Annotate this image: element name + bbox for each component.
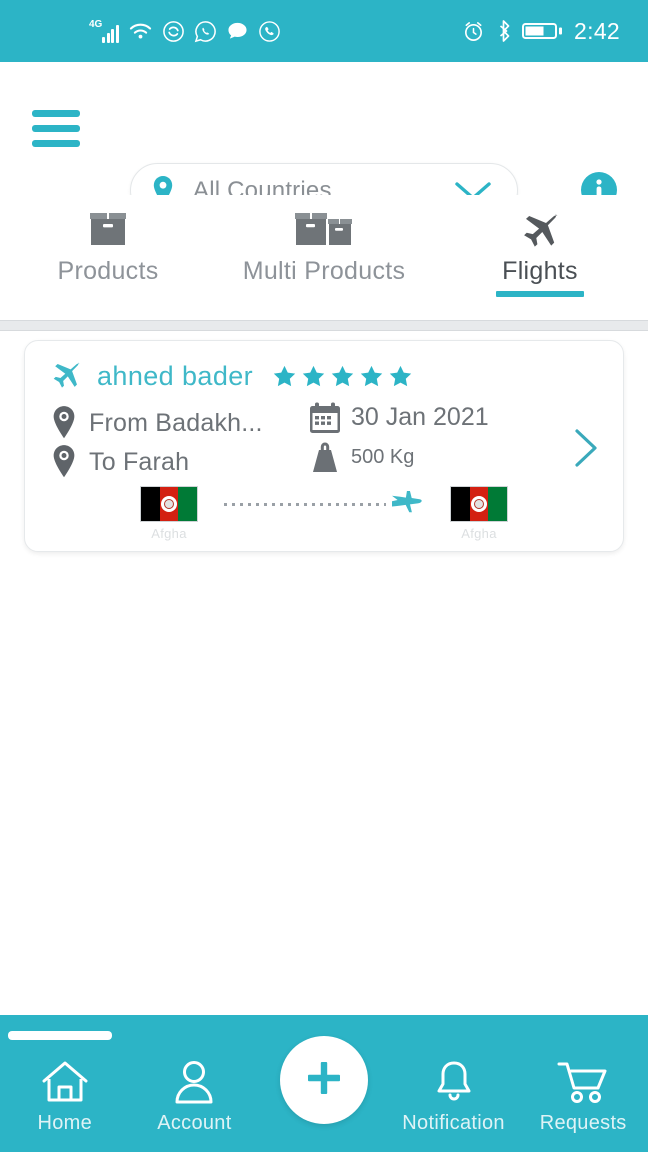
tab-flights[interactable]: Flights	[432, 195, 648, 297]
tab-label-multi-products: Multi Products	[242, 257, 406, 285]
flight-weight: 500 Kg	[351, 446, 415, 468]
nav-label-home: Home	[37, 1112, 93, 1134]
location-pin-icon	[47, 405, 81, 441]
nav-item-requests[interactable]: Requests	[518, 1045, 648, 1135]
flight-origin-row: From Badakh...	[47, 405, 263, 441]
nav-item-home[interactable]: Home	[0, 1045, 130, 1135]
route-destination: Afgha	[424, 486, 534, 541]
flight-date: 30 Jan 2021	[351, 403, 489, 431]
shopping-cart-icon	[557, 1059, 609, 1105]
star-icon	[273, 365, 296, 387]
route-origin-label: Afgha	[151, 526, 187, 541]
star-icon	[360, 365, 383, 387]
tab-products[interactable]: Products	[0, 195, 216, 286]
nav-item-notification[interactable]: Notification	[389, 1045, 519, 1135]
nav-label-notification: Notification	[402, 1112, 505, 1134]
section-divider	[0, 320, 648, 331]
status-bar: 4G 2:42	[0, 0, 648, 62]
clock-label: 2:42	[574, 17, 620, 44]
tab-label-flights: Flights	[502, 257, 578, 285]
tab-label-products: Products	[57, 257, 159, 285]
location-pin-icon	[47, 444, 81, 480]
chat-bubble-icon	[227, 22, 247, 39]
alarm-icon	[465, 21, 483, 41]
phone-circle-icon	[258, 20, 280, 42]
afghanistan-flag	[450, 486, 508, 522]
rating-stars	[271, 363, 414, 390]
airplane-icon	[390, 491, 424, 517]
chevron-right-icon[interactable]	[571, 427, 601, 469]
flight-origin-label: From Badakh...	[89, 408, 263, 437]
battery-icon	[522, 23, 563, 39]
add-button[interactable]	[280, 1036, 368, 1124]
star-icon	[331, 365, 354, 387]
app-screen: 4G 2:42 All Countries Products Multi Pro…	[0, 0, 648, 1152]
network-type-label: 4G	[89, 19, 103, 30]
box-icon	[84, 207, 132, 251]
plus-icon	[301, 1055, 347, 1106]
status-bar-right-icons: 2:42	[462, 18, 620, 45]
star-icon	[389, 365, 412, 387]
nav-label-requests: Requests	[539, 1112, 627, 1134]
nav-item-account[interactable]: Account	[130, 1045, 260, 1135]
afghanistan-flag	[140, 486, 198, 522]
home-icon	[40, 1059, 90, 1105]
flight-destination-label: To Farah	[89, 447, 190, 476]
flight-card-traveler-row: ahned bader	[47, 357, 414, 396]
wifi-icon	[129, 23, 151, 39]
flight-route: Afgha Afgha	[25, 486, 623, 541]
nav-label-account: Account	[157, 1112, 232, 1134]
whatsapp-icon	[194, 20, 216, 42]
route-origin: Afgha	[114, 486, 224, 541]
route-connector	[224, 486, 424, 522]
sync-icon	[162, 20, 184, 42]
tab-multi-products[interactable]: Multi Products	[216, 195, 432, 286]
multi-box-icon	[292, 207, 356, 251]
airplane-icon	[517, 207, 563, 251]
category-tabs: Products Multi Products Flights	[0, 195, 648, 320]
status-bar-left-icons: 4G	[89, 19, 281, 43]
active-tab-underline	[496, 291, 584, 297]
weight-icon	[307, 439, 343, 475]
route-destination-label: Afgha	[461, 526, 497, 541]
flight-list: ahned bader From Badakh... To Farah 30 J…	[0, 331, 648, 1015]
signal-bars-icon: 4G	[89, 19, 119, 43]
bell-icon	[432, 1059, 476, 1105]
hamburger-icon[interactable]	[32, 110, 80, 147]
route-dotted-line	[224, 502, 386, 506]
calendar-icon	[307, 401, 343, 435]
flight-destination-row: To Farah	[47, 444, 189, 480]
airplane-icon	[47, 357, 85, 396]
app-header: All Countries	[0, 62, 648, 218]
person-icon	[171, 1059, 217, 1105]
bluetooth-icon	[499, 20, 510, 42]
flight-card[interactable]: ahned bader From Badakh... To Farah 30 J…	[24, 340, 624, 552]
nav-indicator-bar	[8, 1031, 112, 1040]
traveler-name: ahned bader	[97, 361, 254, 391]
star-icon	[302, 365, 325, 387]
